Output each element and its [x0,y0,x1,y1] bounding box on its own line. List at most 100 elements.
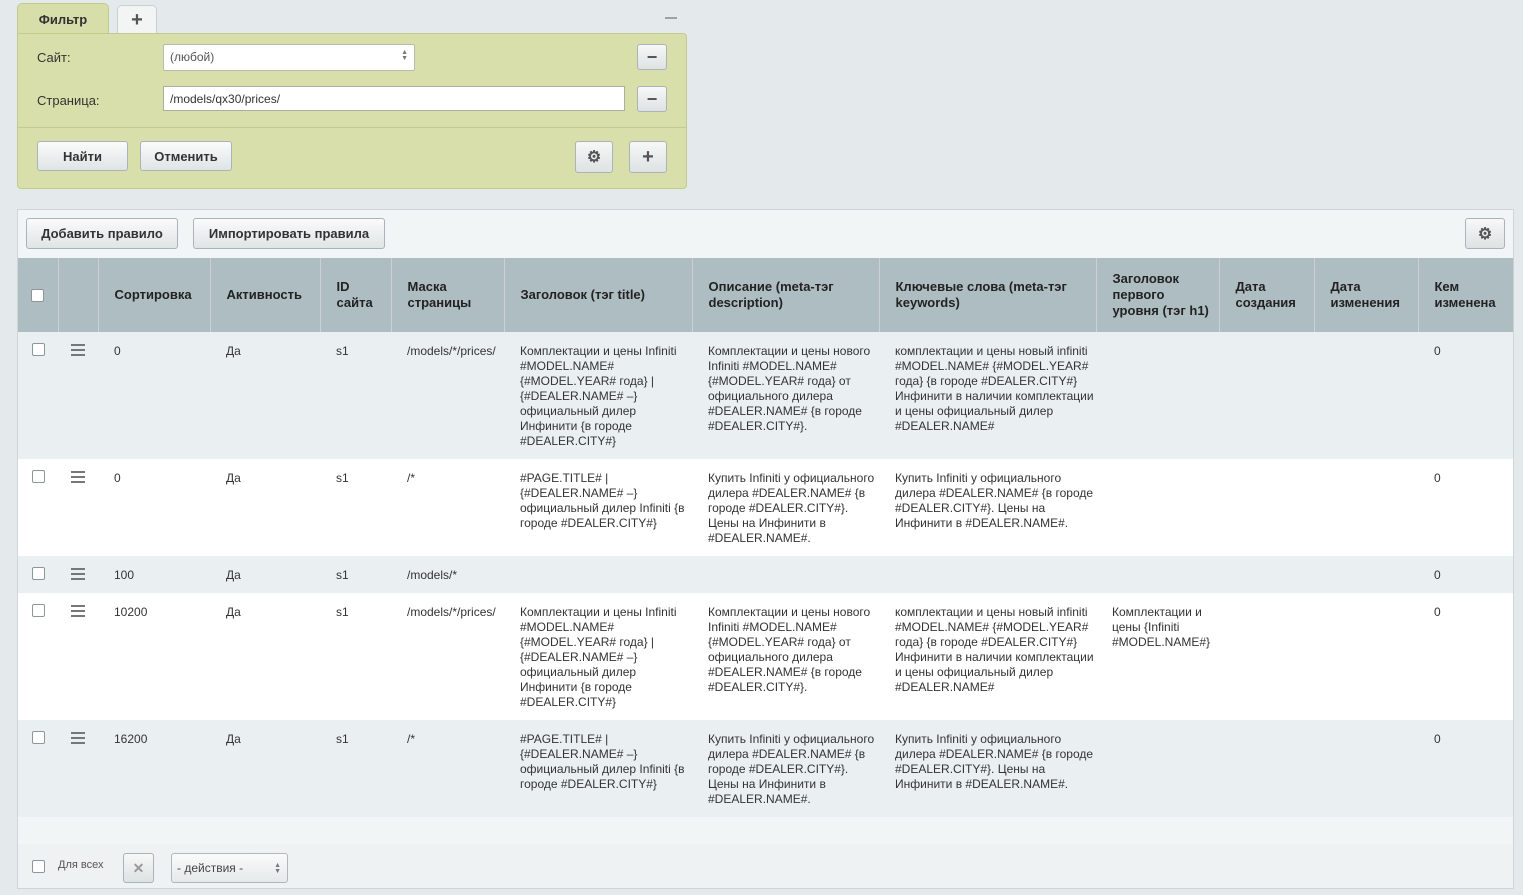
row-checkbox[interactable] [31,731,45,745]
select-all-checkbox[interactable] [31,289,45,303]
table-header-row: Сортировка Активность ID сайта Маска стр… [18,258,1514,332]
cell-active: Да [210,720,320,817]
gear-icon: ⚙ [1477,225,1493,243]
row-checkbox[interactable] [31,470,45,484]
row-checkbox[interactable] [31,343,45,357]
filter-tabs: Фильтр + [17,3,687,34]
cell-modified-by: 0 [1418,593,1513,720]
column-header-title[interactable]: Заголовок (тэг title) [504,258,693,332]
cell-mask: /models/*/prices/ [391,593,504,720]
cell-title: #PAGE.TITLE# | {#DEALER.NAME# –} официал… [504,459,692,556]
hamburger-menu-icon[interactable] [71,568,85,583]
cell-site-id: s1 [320,593,391,720]
site-select[interactable]: (любой) ▲ ▼ [163,44,415,71]
remove-site-filter-button[interactable]: − [637,44,667,70]
cancel-button[interactable]: Отменить [140,141,232,171]
row-menu-cell [58,720,98,817]
cell-description: Купить Infiniti у официального дилера #D… [692,720,879,817]
cell-modified [1314,332,1418,459]
cell-created [1219,556,1314,593]
cell-description: Купить Infiniti у официального дилера #D… [692,459,879,556]
cell-sort: 0 [98,459,210,556]
cell-description: Комплектации и цены нового Infiniti #MOD… [692,593,879,720]
row-checkbox-cell [18,593,58,720]
tab-filter[interactable]: Фильтр [17,3,109,34]
cell-created [1219,593,1314,720]
hamburger-menu-icon[interactable] [71,471,85,486]
cell-h1 [1096,459,1219,556]
gear-icon: ⚙ [586,149,602,166]
minus-icon: − [646,88,658,109]
table-row[interactable]: 0 Да s1/* #PAGE.TITLE# | {#DEALER.NAME# –} … [18,459,1513,556]
row-menu-cell [58,556,98,593]
close-icon: ✕ [132,859,145,876]
cell-title: Комплектации и цены Infiniti #MODEL.NAME… [504,593,692,720]
column-header-modified[interactable]: Дата изменения [1314,258,1419,332]
cell-site-id: s1 [320,332,391,459]
cell-site-id: s1 [320,720,391,817]
cell-active: Да [210,332,320,459]
column-header-mask[interactable]: Маска страницы [391,258,505,332]
hamburger-menu-icon[interactable] [71,732,85,747]
grid-panel: Добавить правило Импортировать правила ⚙… [17,209,1514,889]
rules-table: Сортировка Активность ID сайта Маска стр… [18,258,1514,817]
cell-h1 [1096,720,1219,817]
add-rule-button[interactable]: Добавить правило [26,218,178,249]
row-checkbox-cell [18,556,58,593]
add-filter-field-button[interactable]: + [629,141,667,173]
add-filter-tab-button[interactable]: + [117,5,157,34]
row-checkbox[interactable] [31,604,45,618]
cell-title: #PAGE.TITLE# | {#DEALER.NAME# –} официал… [504,720,692,817]
cell-site-id: s1 [320,459,391,556]
minus-icon: − [646,46,658,67]
cell-modified [1314,556,1418,593]
filter-settings-button[interactable]: ⚙ [575,141,613,173]
cell-modified-by: 0 [1418,556,1513,593]
cell-modified [1314,593,1418,720]
filter-row-page: Страница: − [18,86,686,114]
page-input[interactable] [163,86,625,111]
for-all-label: Для всех [58,859,104,871]
table-row[interactable]: 0 Да s1/models/*/prices/Комплектации и цен… [18,332,1513,459]
clear-selection-button[interactable]: ✕ [123,853,154,883]
grid-toolbar: Добавить правило Импортировать правила ⚙ [18,210,1513,258]
hamburger-menu-icon[interactable] [71,344,85,359]
row-checkbox-cell [18,720,58,817]
actions-select[interactable]: - действия - ▲ ▼ [171,853,288,883]
cell-h1 [1096,556,1219,593]
column-header-modified-by[interactable]: Кем изменена [1418,258,1514,332]
cell-active: Да [210,556,320,593]
minimize-filter-icon[interactable] [665,17,677,19]
column-header-keywords[interactable]: Ключевые слова (meta-тэг keywords) [879,258,1097,332]
cell-h1 [1096,332,1219,459]
cell-modified [1314,720,1418,817]
row-checkbox[interactable] [31,567,45,581]
table-row[interactable]: 16200 Да s1/* #PAGE.TITLE# | {#DEALER.NAME#… [18,720,1513,817]
table-row[interactable]: 100 Да s1/models/* 0 [18,556,1513,593]
column-header-sort[interactable]: Сортировка [98,258,211,332]
column-header-description[interactable]: Описание (meta-тэг description) [692,258,880,332]
filter-panel: Сайт: (любой) ▲▼ − Страница: − Найти Отм… [17,33,687,189]
grid-settings-button[interactable]: ⚙ [1465,218,1505,249]
filter-separator [18,127,686,128]
cell-created [1219,459,1314,556]
actions-select-value: - действия - [177,861,244,875]
column-header-created[interactable]: Дата создания [1219,258,1315,332]
page-label: Страница: [37,93,100,108]
cell-sort: 0 [98,332,210,459]
cell-keywords: Купить Infiniti у официального дилера #D… [879,720,1096,817]
cell-modified [1314,459,1418,556]
cell-sort: 10200 [98,593,210,720]
hamburger-menu-icon[interactable] [71,605,85,620]
for-all-checkbox[interactable] [32,860,45,873]
remove-page-filter-button[interactable]: − [637,86,667,112]
import-rules-button[interactable]: Импортировать правила [193,218,385,249]
find-button[interactable]: Найти [37,141,128,171]
column-header-active[interactable]: Активность [210,258,321,332]
cell-sort: 16200 [98,720,210,817]
site-select-value: (любой) [170,50,215,64]
column-header-h1[interactable]: Заголовок первого уровня (тэг h1) [1096,258,1220,332]
table-row[interactable]: 10200 Да s1/models/*/prices/Комплектации и… [18,593,1513,720]
column-header-site-id[interactable]: ID сайта [320,258,392,332]
cell-modified-by: 0 [1418,332,1513,459]
